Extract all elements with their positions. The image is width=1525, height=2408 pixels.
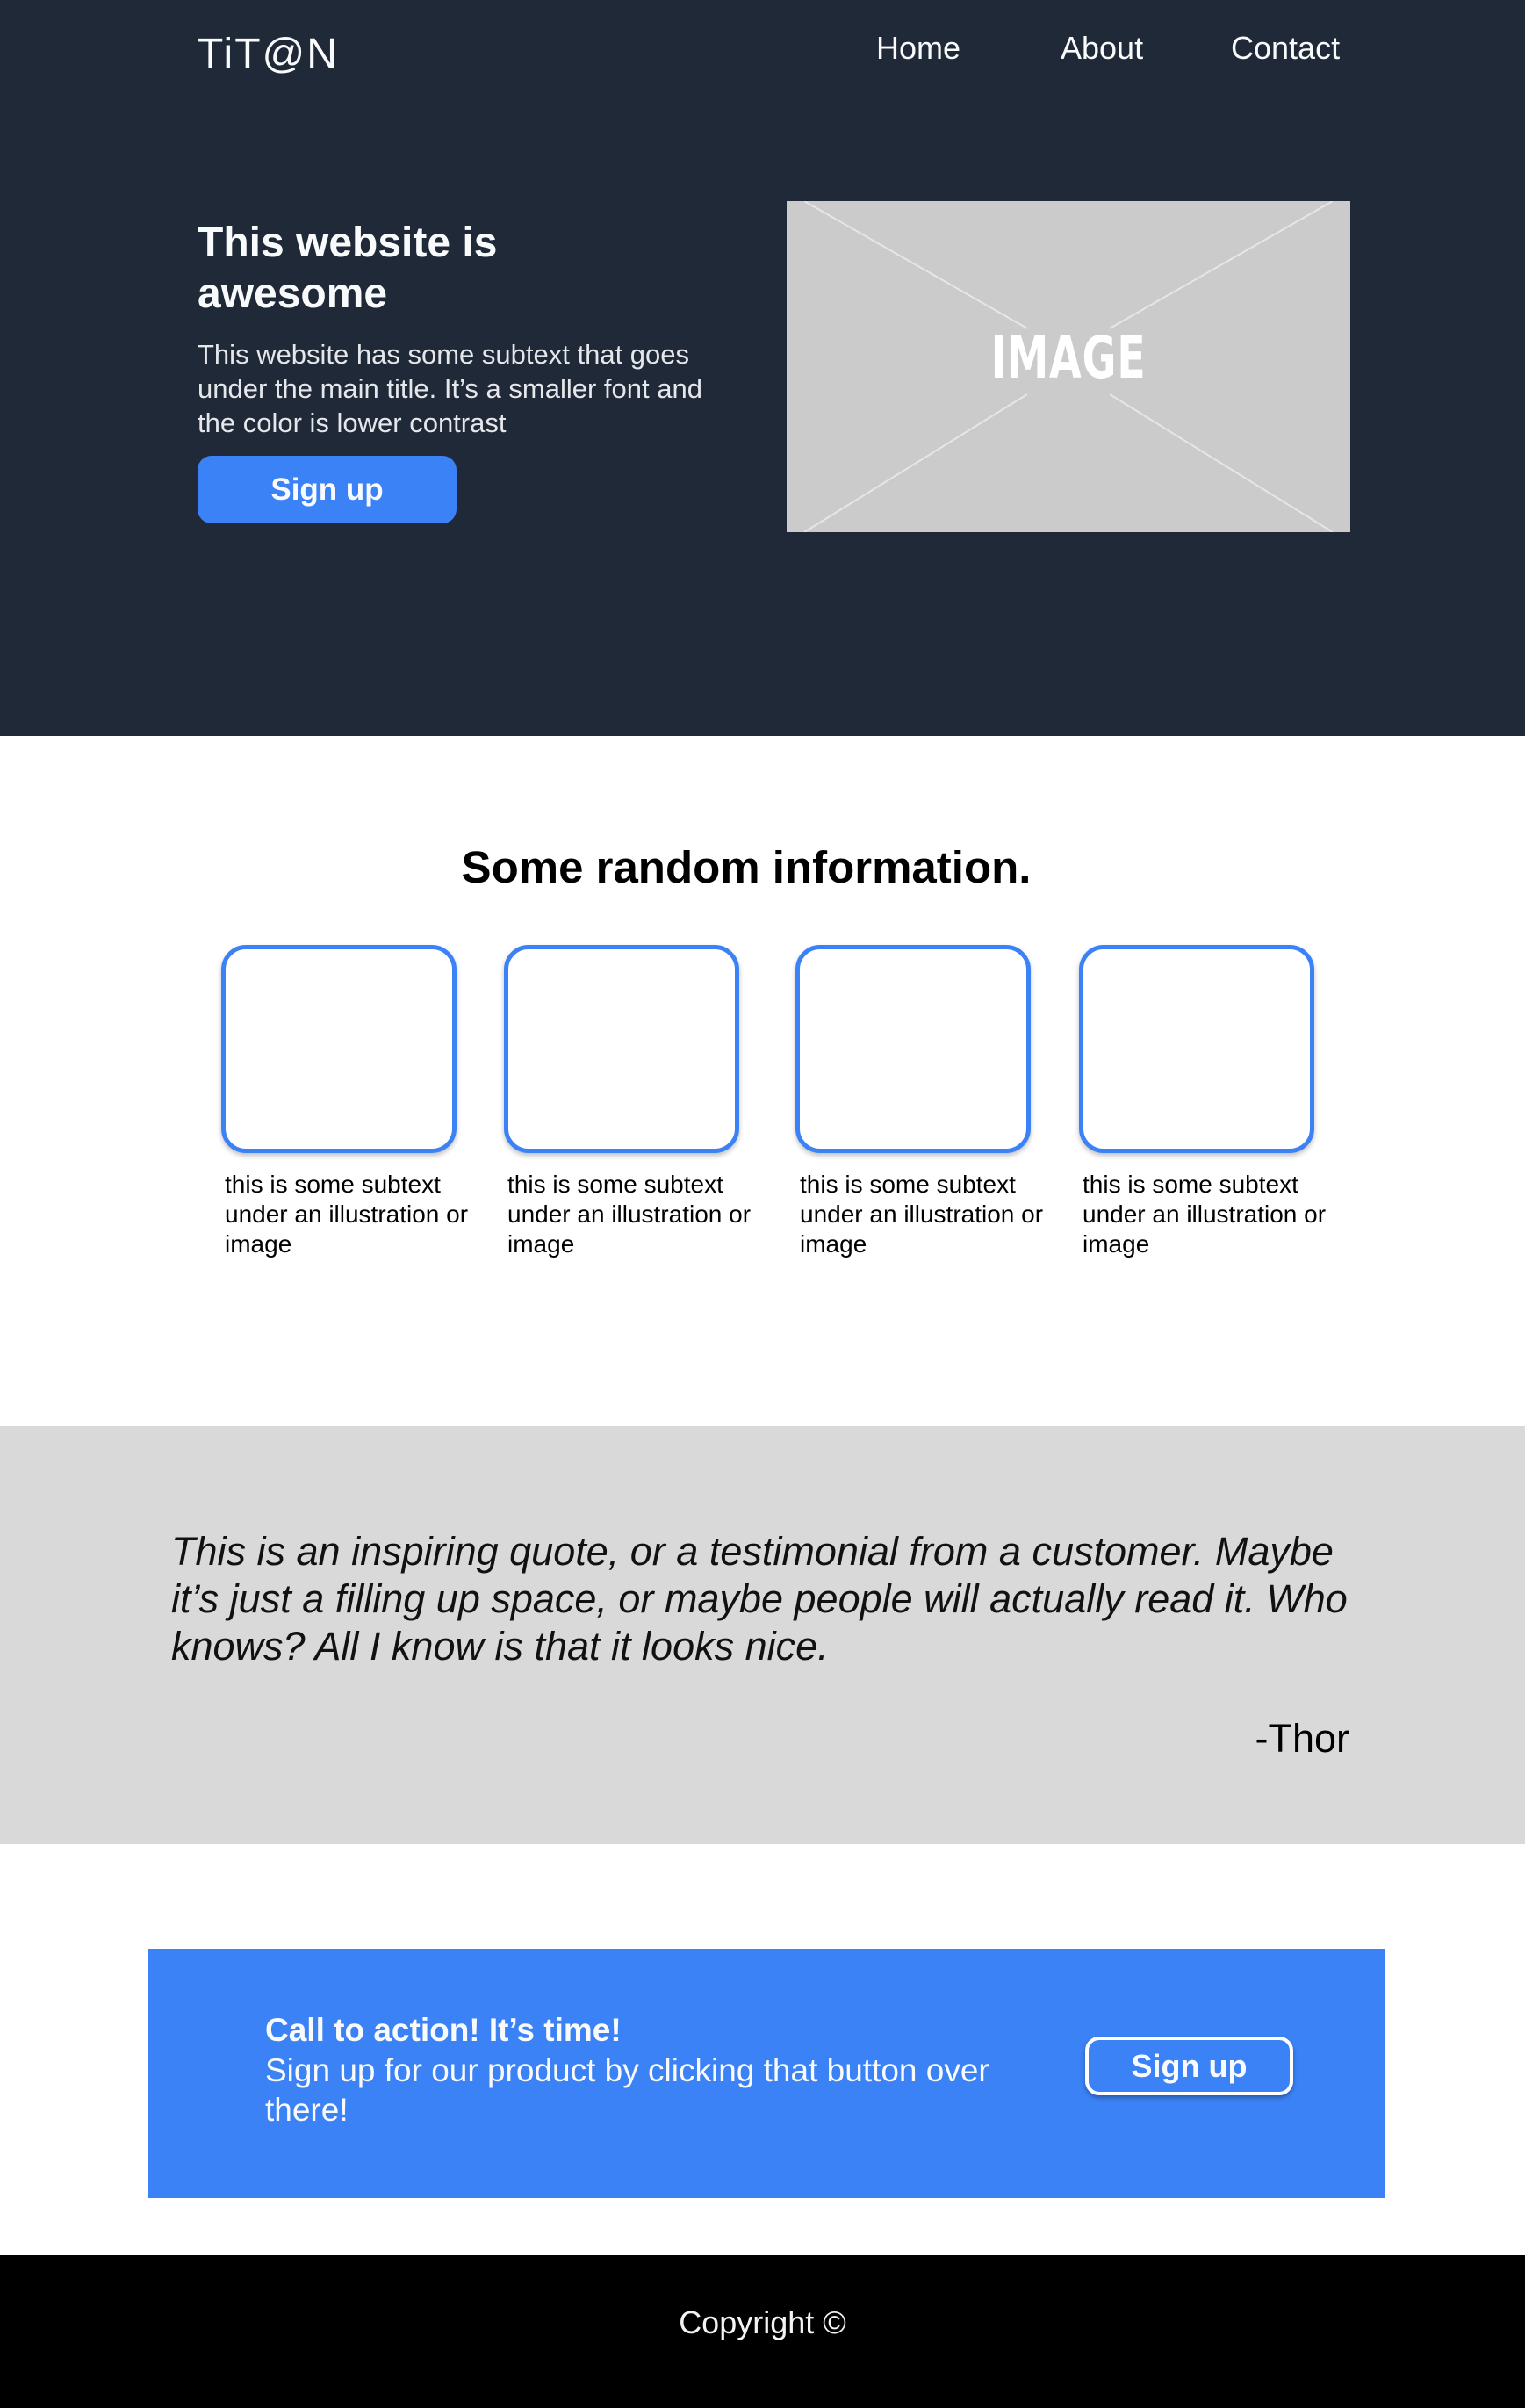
cta-title: Call to action! It’s time! <box>265 2012 622 2048</box>
hero-signup-button[interactable]: Sign up <box>198 456 457 523</box>
cta-subtitle: Sign up for our product by clicking that… <box>265 2052 989 2128</box>
hero-title: This website is awesome <box>198 220 498 317</box>
testimonial-author: -Thor <box>1255 1716 1349 1761</box>
hero-subtitle: This website has some subtext that goes … <box>198 339 702 438</box>
info-title: Some random information. <box>461 842 1032 892</box>
cta-banner: Call to action! It’s time! Sign up for o… <box>148 1949 1385 2198</box>
info-card-caption: this is some subtext under an illustrati… <box>1083 1171 1327 1258</box>
info-card <box>1079 945 1314 1153</box>
info-card <box>221 945 457 1153</box>
hero-image-label: IMAGE <box>990 324 1147 392</box>
logo[interactable]: TiT@N <box>198 30 339 78</box>
info-card <box>504 945 739 1153</box>
info-card <box>795 945 1031 1153</box>
nav-home-link[interactable]: Home <box>876 30 960 67</box>
info-card-caption: this is some subtext under an illustrati… <box>225 1171 469 1258</box>
testimonial-quote: This is an inspiring quote, or a testimo… <box>171 1529 1348 1669</box>
footer-copyright: Copyright © <box>679 2304 846 2340</box>
hero-image-placeholder: IMAGE <box>787 201 1350 532</box>
info-card-caption: this is some subtext under an illustrati… <box>800 1171 1044 1258</box>
nav-contact-link[interactable]: Contact <box>1231 30 1340 67</box>
cta-signup-button[interactable]: Sign up <box>1085 2037 1293 2095</box>
footer: Copyright © <box>0 2255 1525 2408</box>
testimonial-section: This is an inspiring quote, or a testimo… <box>0 1426 1525 1844</box>
nav-about-link[interactable]: About <box>1061 30 1143 67</box>
info-card-caption: this is some subtext under an illustrati… <box>507 1171 752 1258</box>
hero-section: TiT@N Home About Contact This website is… <box>0 0 1525 736</box>
